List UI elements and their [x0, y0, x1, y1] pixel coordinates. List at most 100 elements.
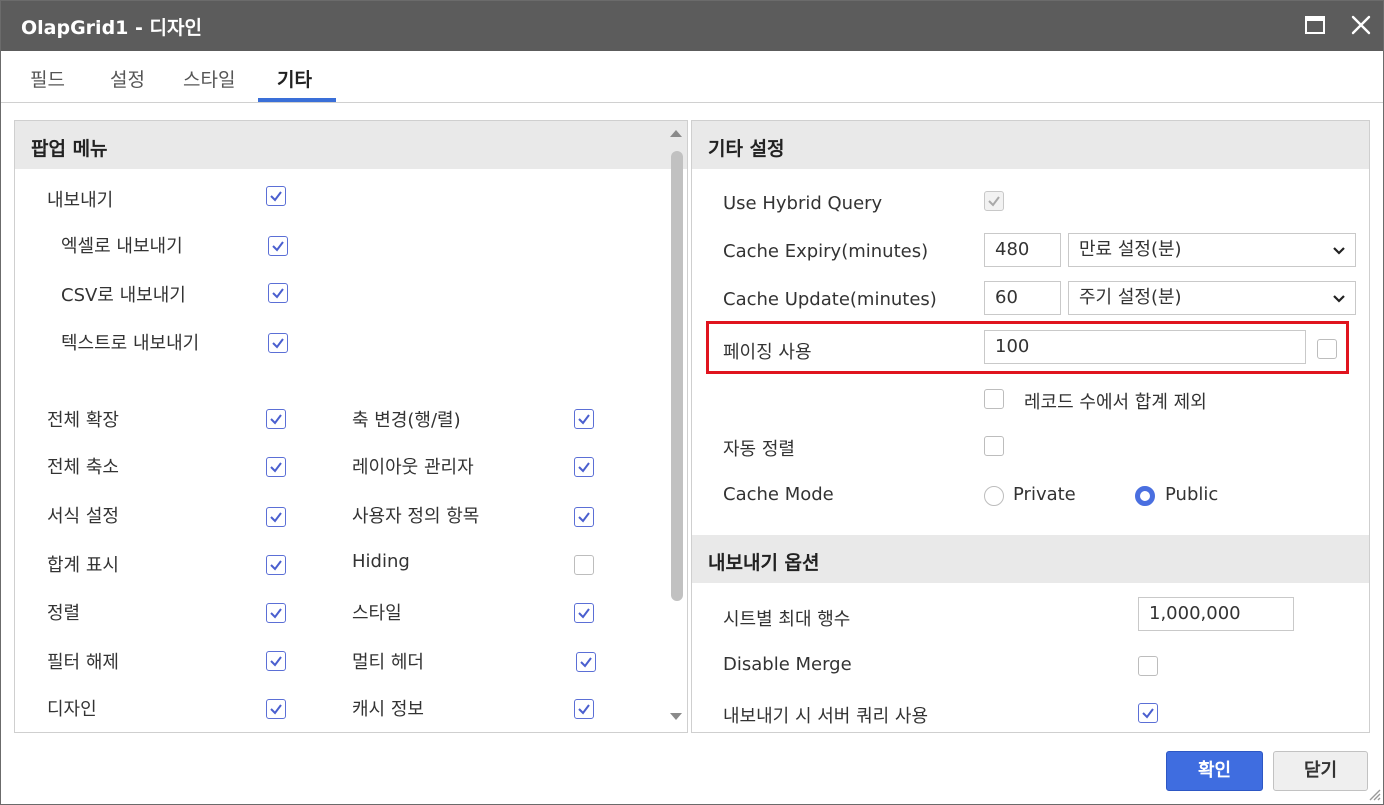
- check-icon: [270, 608, 282, 619]
- export-text-label: 텍스트로 내보내기: [61, 333, 200, 354]
- paging-size-input[interactable]: 100: [984, 330, 1306, 364]
- check-icon: [270, 414, 282, 425]
- scroll-down-arrow-icon[interactable]: [669, 712, 683, 722]
- custom-items-label: 사용자 정의 항목: [352, 506, 480, 527]
- tab-other[interactable]: 기타: [277, 65, 312, 92]
- check-icon: [578, 608, 590, 619]
- disable-merge-checkbox[interactable]: [1138, 656, 1158, 676]
- pivot-axis-label: 축 변경(행/렬): [352, 410, 461, 431]
- check-icon: [272, 338, 284, 349]
- cache-expiry-label: Cache Expiry(minutes): [723, 241, 929, 262]
- export-checkbox[interactable]: [266, 186, 286, 206]
- check-icon: [270, 462, 282, 473]
- export-text-checkbox[interactable]: [268, 333, 288, 353]
- scrollbar-thumb[interactable]: [671, 151, 683, 601]
- title-bar: OlapGrid1 - 디자인: [1, 1, 1383, 51]
- check-icon: [270, 560, 282, 571]
- cache-mode-private-radio[interactable]: [984, 486, 1004, 506]
- disable-merge-label: Disable Merge: [723, 654, 852, 675]
- check-icon: [1142, 708, 1154, 719]
- clear-filter-checkbox[interactable]: [266, 651, 286, 671]
- export-csv-checkbox[interactable]: [268, 283, 288, 303]
- chevron-down-icon: [1333, 247, 1345, 255]
- custom-items-checkbox[interactable]: [574, 507, 594, 527]
- check-icon: [578, 704, 590, 715]
- paging-label: 페이징 사용: [723, 342, 812, 363]
- format-settings-checkbox[interactable]: [266, 507, 286, 527]
- export-excel-label: 엑셀로 내보내기: [61, 236, 183, 257]
- max-rows-label: 시트별 최대 행수: [723, 609, 851, 630]
- sort-checkbox[interactable]: [266, 603, 286, 623]
- cache-expiry-select-value: 만료 설정(분): [1079, 239, 1182, 260]
- sort-label: 정렬: [47, 603, 81, 624]
- check-icon: [270, 704, 282, 715]
- resize-grip-icon[interactable]: [1367, 787, 1381, 801]
- cache-update-input[interactable]: 60: [984, 281, 1061, 315]
- check-icon: [272, 241, 284, 252]
- export-options-header: 내보내기 옵션: [692, 535, 1369, 583]
- collapse-all-label: 전체 축소: [47, 457, 119, 478]
- cache-expiry-input[interactable]: 480: [984, 233, 1061, 267]
- style-checkbox[interactable]: [574, 603, 594, 623]
- close-icon[interactable]: [1350, 14, 1372, 36]
- multi-header-label: 멀티 헤더: [352, 652, 424, 673]
- active-tab-indicator: [258, 98, 336, 102]
- check-icon: [988, 196, 1000, 207]
- design-label: 디자인: [47, 699, 97, 720]
- check-icon: [578, 512, 590, 523]
- cache-info-label: 캐시 정보: [352, 699, 424, 720]
- check-icon: [270, 656, 282, 667]
- server-query-label: 내보내기 시 서버 쿼리 사용: [723, 706, 929, 727]
- expand-all-label: 전체 확장: [47, 410, 119, 431]
- auto-sort-checkbox[interactable]: [984, 436, 1004, 456]
- check-icon: [272, 288, 284, 299]
- hybrid-query-checkbox[interactable]: [984, 191, 1004, 211]
- design-checkbox[interactable]: [266, 699, 286, 719]
- format-settings-label: 서식 설정: [47, 506, 119, 527]
- check-icon: [580, 657, 592, 668]
- cache-update-select-value: 주기 설정(분): [1079, 287, 1182, 308]
- tab-fields[interactable]: 필드: [30, 65, 65, 92]
- hiding-label: Hiding: [352, 551, 410, 572]
- max-rows-input[interactable]: 1,000,000: [1138, 597, 1294, 631]
- pivot-axis-checkbox[interactable]: [574, 409, 594, 429]
- server-query-checkbox[interactable]: [1138, 703, 1158, 723]
- multi-header-checkbox[interactable]: [576, 652, 596, 672]
- exclude-total-checkbox[interactable]: [984, 389, 1004, 409]
- maximize-icon[interactable]: [1305, 16, 1325, 34]
- tab-settings[interactable]: 설정: [110, 65, 145, 92]
- layout-manager-label: 레이아웃 관리자: [352, 457, 474, 478]
- check-icon: [270, 512, 282, 523]
- exclude-total-label: 레코드 수에서 합계 제외: [1024, 392, 1207, 413]
- expand-all-checkbox[interactable]: [266, 409, 286, 429]
- cache-mode-public-radio[interactable]: [1135, 486, 1155, 506]
- cache-expiry-select[interactable]: 만료 설정(분): [1068, 233, 1356, 267]
- cache-update-label: Cache Update(minutes): [723, 289, 937, 310]
- chevron-down-icon: [1333, 295, 1345, 303]
- cache-update-select[interactable]: 주기 설정(분): [1068, 281, 1356, 315]
- export-csv-label: CSV로 내보내기: [61, 285, 186, 306]
- popup-menu-header: 팝업 메뉴: [15, 121, 687, 169]
- check-icon: [270, 191, 282, 202]
- check-icon: [578, 462, 590, 473]
- ok-button[interactable]: 확인: [1166, 751, 1263, 791]
- window-title: OlapGrid1 - 디자인: [21, 17, 202, 39]
- hiding-checkbox[interactable]: [574, 555, 594, 575]
- scroll-up-arrow-icon[interactable]: [669, 128, 683, 138]
- other-settings-header: 기타 설정: [692, 121, 1369, 169]
- export-excel-checkbox[interactable]: [268, 236, 288, 256]
- layout-manager-checkbox[interactable]: [574, 457, 594, 477]
- close-button[interactable]: 닫기: [1273, 751, 1368, 791]
- export-label: 내보내기: [47, 190, 114, 211]
- cache-info-checkbox[interactable]: [574, 699, 594, 719]
- collapse-all-checkbox[interactable]: [266, 457, 286, 477]
- cache-mode-private-label: Private: [1013, 484, 1076, 505]
- auto-sort-label: 자동 정렬: [723, 439, 795, 460]
- show-totals-checkbox[interactable]: [266, 555, 286, 575]
- design-dialog: OlapGrid1 - 디자인 필드 설정 스타일 기타 팝업 메뉴 내보내기 …: [0, 0, 1384, 805]
- paging-checkbox[interactable]: [1317, 339, 1337, 359]
- clear-filter-label: 필터 해제: [47, 652, 119, 673]
- cache-mode-public-label: Public: [1165, 484, 1219, 505]
- cache-mode-label: Cache Mode: [723, 484, 834, 505]
- tab-style[interactable]: 스타일: [183, 65, 235, 92]
